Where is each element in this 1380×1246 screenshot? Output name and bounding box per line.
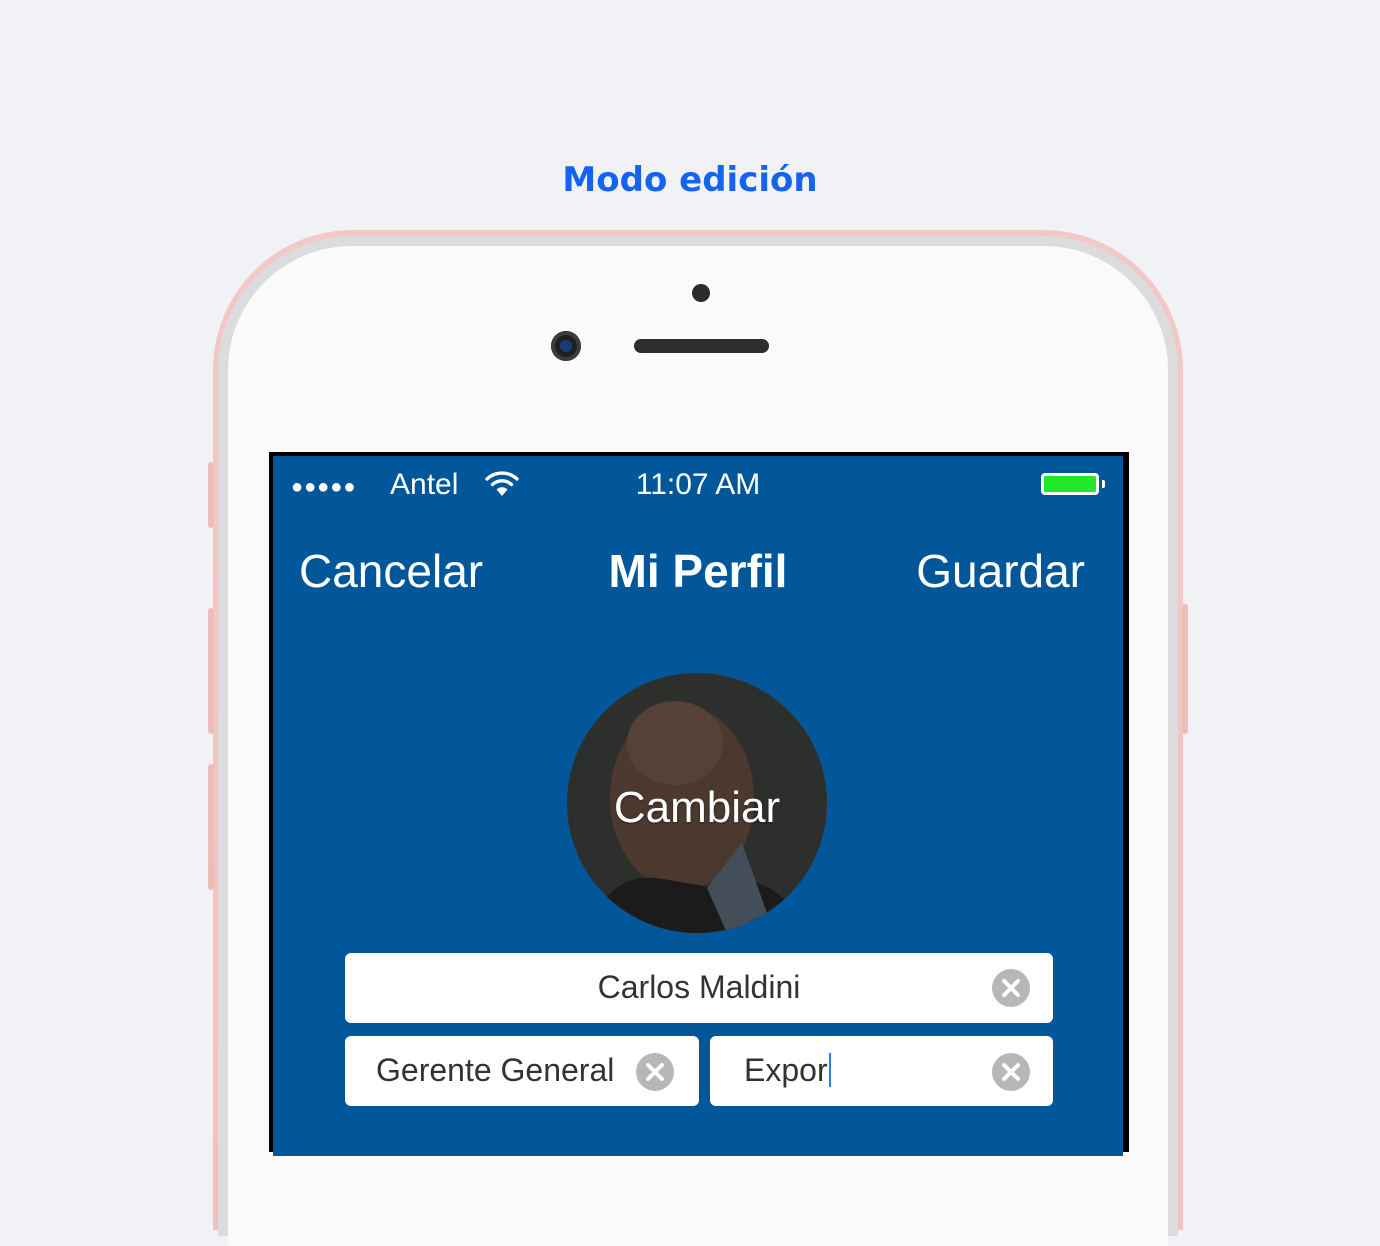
company-field-value: Expor	[744, 1052, 828, 1088]
name-field[interactable]: Carlos Maldini	[345, 953, 1053, 1023]
navigation-bar: Cancelar Mi Perfil Guardar	[273, 516, 1123, 626]
clock: 11:07 AM	[635, 468, 761, 501]
app-screen: ●●●●● Antel 11:07 AM Cancelar Mi Perfil …	[273, 456, 1123, 1156]
position-field-text: Gerente General	[376, 1052, 615, 1088]
clear-icon	[646, 1063, 664, 1081]
clear-icon	[1002, 1063, 1020, 1081]
phone-volume-down	[208, 764, 214, 890]
clear-name-button[interactable]	[992, 969, 1030, 1007]
phone-power-button	[1182, 604, 1188, 734]
front-camera	[551, 331, 581, 361]
proximity-sensor	[692, 284, 710, 302]
phone-volume-up	[208, 608, 214, 734]
mode-heading: Modo edición	[562, 160, 818, 200]
battery-level	[1044, 476, 1096, 492]
position-field[interactable]: Gerente General	[345, 1036, 699, 1106]
phone-mute-switch	[208, 462, 214, 528]
company-field[interactable]: Expor	[710, 1036, 1053, 1106]
change-photo-button[interactable]: Cambiar	[567, 673, 827, 933]
status-bar: ●●●●● Antel 11:07 AM	[273, 456, 1123, 516]
company-field-text: Expor	[744, 1052, 831, 1089]
battery-icon	[1041, 473, 1099, 495]
clear-company-button[interactable]	[992, 1053, 1030, 1091]
text-cursor	[828, 1053, 831, 1087]
clear-position-button[interactable]	[636, 1053, 674, 1091]
change-photo-label: Cambiar	[613, 783, 781, 832]
clear-icon	[1002, 979, 1020, 997]
battery-tip	[1102, 480, 1105, 488]
name-field-text: Carlos Maldini	[597, 969, 801, 1005]
earpiece-speaker	[634, 339, 769, 353]
save-button[interactable]: Guardar	[916, 544, 1085, 598]
